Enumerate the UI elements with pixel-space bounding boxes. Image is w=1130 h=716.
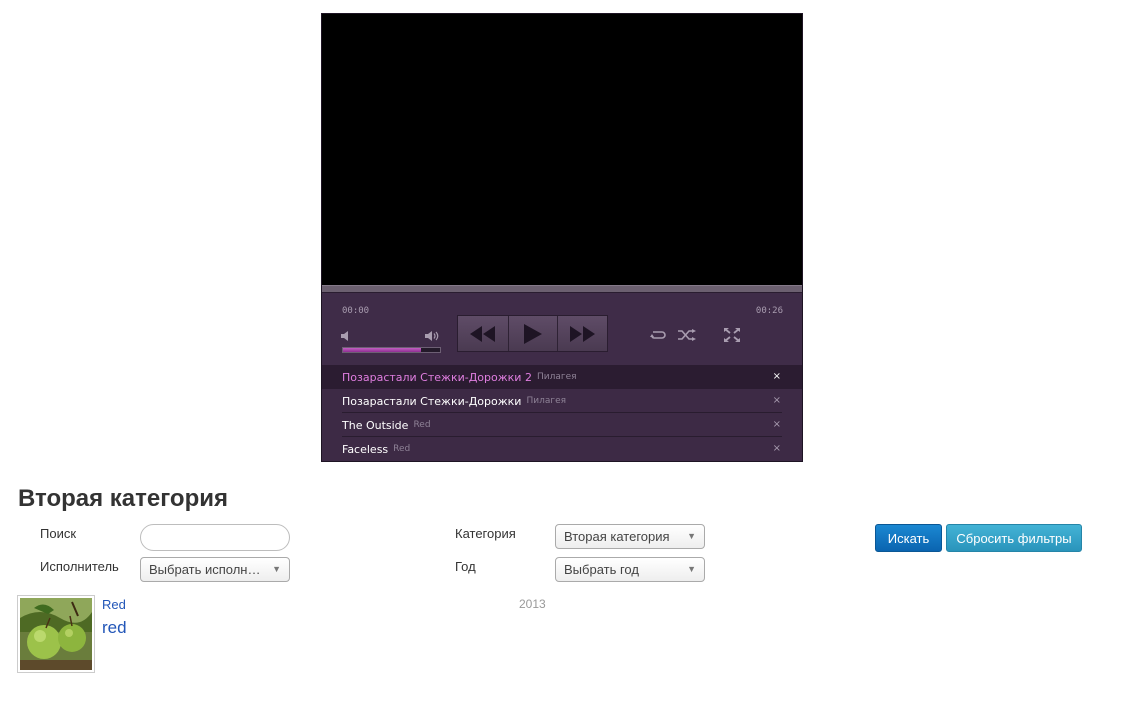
close-icon[interactable]: × xyxy=(773,372,781,382)
artist-select[interactable]: Выбрать исполнителя ▼ xyxy=(140,557,290,582)
result-title-link[interactable]: red xyxy=(102,618,127,638)
transport-controls xyxy=(457,315,608,352)
playlist: Позарастали Стежки-Дорожки 2 Пилагея × П… xyxy=(322,365,802,461)
playlist-item[interactable]: Faceless Red × xyxy=(322,437,802,461)
artist-select-value: Выбрать исполнителя xyxy=(149,562,282,577)
playlist-item[interactable]: Позарастали Стежки-Дорожки Пилагея × xyxy=(322,389,802,413)
chevron-down-icon: ▼ xyxy=(687,564,696,574)
speaker-high-icon[interactable] xyxy=(425,328,441,344)
video-area[interactable] xyxy=(322,14,802,285)
chevron-down-icon: ▼ xyxy=(272,564,281,574)
track-title: Позарастали Стежки-Дорожки xyxy=(342,394,522,408)
close-icon[interactable]: × xyxy=(773,444,781,454)
track-artist: Red xyxy=(393,444,411,454)
fast-forward-button[interactable] xyxy=(557,316,607,351)
rewind-icon xyxy=(469,325,495,342)
fullscreen-icon[interactable] xyxy=(722,327,742,343)
page-title: Вторая категория xyxy=(18,485,229,512)
rewind-button[interactable] xyxy=(458,316,508,351)
shuffle-icon[interactable] xyxy=(677,327,697,343)
play-button[interactable] xyxy=(507,316,558,351)
audio-player: 00:00 00:26 Позарастали Стежки-Дорожки 2… xyxy=(321,13,803,462)
player-controls: 00:00 00:26 xyxy=(322,293,802,365)
seek-bar[interactable] xyxy=(322,285,802,293)
close-icon[interactable]: × xyxy=(773,396,781,406)
track-artist: Пилагея xyxy=(526,396,567,406)
year-label: Год xyxy=(455,559,476,574)
artist-label: Исполнитель xyxy=(40,559,119,574)
result-year: 2013 xyxy=(519,597,546,611)
reset-filters-button[interactable]: Сбросить фильтры xyxy=(946,524,1082,552)
volume-fill xyxy=(343,348,421,352)
current-time: 00:00 xyxy=(342,306,370,316)
result-artist-link[interactable]: Red xyxy=(102,597,126,612)
track-title: Позарастали Стежки-Дорожки 2 xyxy=(342,370,532,384)
track-artist: Пилагея xyxy=(536,372,577,382)
repeat-icon[interactable] xyxy=(648,327,668,343)
chevron-down-icon: ▼ xyxy=(687,531,696,541)
search-button[interactable]: Искать xyxy=(875,524,942,552)
volume-slider[interactable] xyxy=(342,347,441,353)
category-select[interactable]: Вторая категория ▼ xyxy=(555,524,705,549)
year-select[interactable]: Выбрать год ▼ xyxy=(555,557,705,582)
search-label: Поиск xyxy=(40,526,77,541)
album-cover[interactable] xyxy=(17,595,95,673)
year-select-value: Выбрать год xyxy=(564,562,639,577)
track-title: Faceless xyxy=(342,442,389,456)
speaker-low-icon[interactable] xyxy=(341,328,351,344)
category-select-value: Вторая категория xyxy=(564,529,670,544)
play-icon xyxy=(523,323,542,344)
close-icon[interactable]: × xyxy=(773,420,781,430)
fast-forward-icon xyxy=(569,325,595,342)
category-label: Категория xyxy=(455,526,516,541)
track-title: The Outside xyxy=(342,418,409,432)
playlist-item[interactable]: Позарастали Стежки-Дорожки 2 Пилагея × xyxy=(322,365,802,389)
track-artist: Red xyxy=(413,420,431,430)
duration-time: 00:26 xyxy=(755,306,783,316)
search-input[interactable] xyxy=(140,524,290,551)
playlist-item[interactable]: The Outside Red × xyxy=(322,413,802,437)
